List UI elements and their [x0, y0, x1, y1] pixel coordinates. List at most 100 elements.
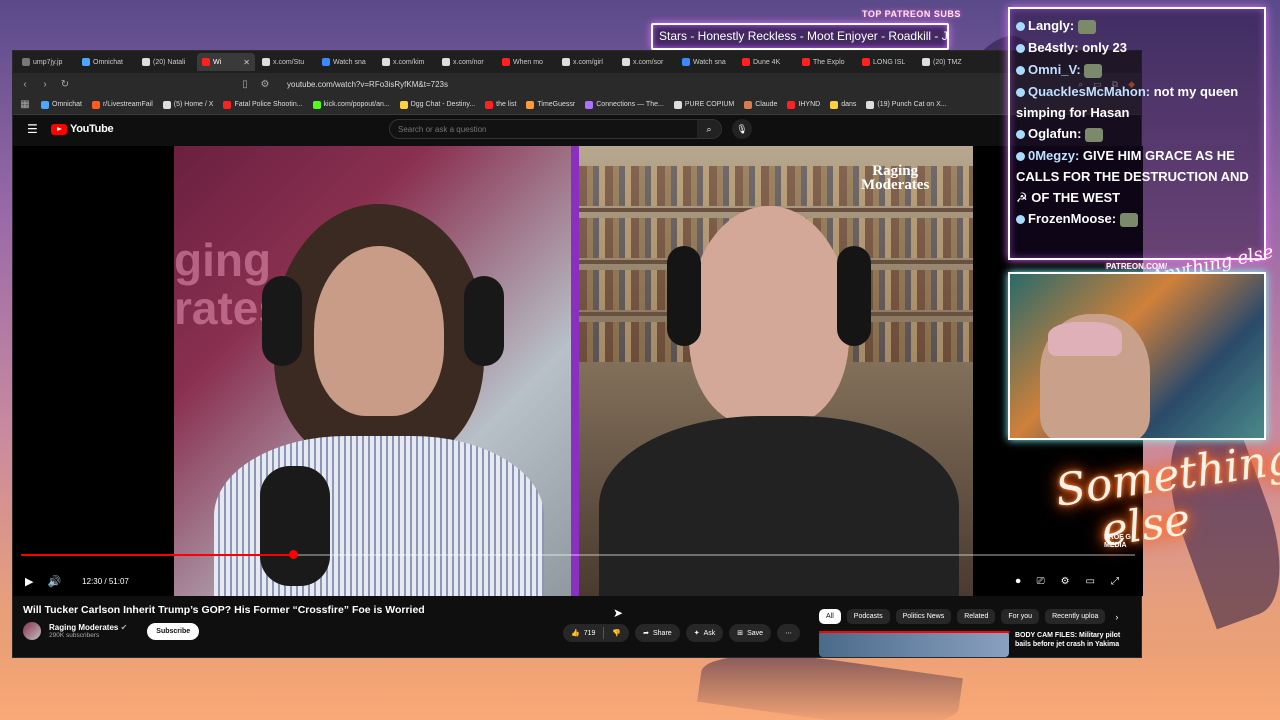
browser-tab[interactable]: x.com/Stu — [257, 53, 315, 71]
bookmark-item[interactable]: TimeGuessr — [526, 100, 575, 109]
browser-tab[interactable]: Watch sna — [677, 53, 735, 71]
settings-gear-icon[interactable]: ⚙ — [1061, 576, 1070, 587]
menu-icon[interactable]: ☰ — [27, 122, 43, 136]
browser-tab[interactable]: x.com/kim — [377, 53, 435, 71]
tab-favicon-icon — [682, 58, 690, 66]
youtube-logo[interactable]: YouTube — [51, 123, 114, 135]
filter-chip[interactable]: All — [819, 609, 841, 624]
browser-tab[interactable]: (20) Natali — [137, 53, 195, 71]
tab-label: ump7jy.jp — [33, 58, 63, 66]
dislike-button[interactable]: 👎 — [604, 624, 629, 642]
host-face — [314, 246, 444, 416]
bookmark-item[interactable]: r/LivestreamFail — [91, 100, 153, 109]
video-player[interactable]: ging rates Raging Moderates ➤ ▶ 🔊 12:30 … — [13, 146, 1143, 620]
browser-tab[interactable]: x.com/nor — [437, 53, 495, 71]
bookmark-favicon-icon — [673, 100, 682, 109]
tab-close-icon[interactable]: ✕ — [243, 58, 250, 67]
browser-tab[interactable]: Omnichat — [77, 53, 135, 71]
more-actions-icon[interactable]: ⋯ — [777, 624, 801, 642]
guest-face — [689, 206, 849, 426]
bookmark-item[interactable]: Fatal Police Shootin... — [223, 100, 303, 109]
play-icon[interactable]: ▶ — [25, 575, 33, 588]
verified-check-icon: ✔ — [120, 623, 128, 632]
filter-chip[interactable]: Recently uploa — [1045, 609, 1106, 624]
tab-favicon-icon — [622, 58, 630, 66]
subscriber-count: 290K subscribers — [49, 632, 100, 639]
headphones — [464, 276, 504, 366]
filter-chip[interactable]: For you — [1001, 609, 1040, 624]
time-display: 12:30 / 51:07 — [75, 573, 136, 589]
bookmark-icon[interactable]: ▯ — [239, 79, 251, 90]
reload-icon[interactable]: ↻ — [59, 79, 71, 90]
captions-icon[interactable]: ⎚ — [1037, 576, 1045, 587]
bookmark-favicon-icon — [162, 100, 171, 109]
back-arrow-icon[interactable]: ‹ — [19, 79, 31, 90]
tab-label: (20) TMZ — [933, 58, 962, 66]
recommendation-title[interactable]: BODY CAM FILES: Military pilot bails bef… — [1015, 631, 1125, 657]
chips-next-icon[interactable]: › — [1115, 612, 1118, 622]
url-bar[interactable]: youtube.com/watch?v=RFo3isRyfKM&t=723s — [279, 76, 1070, 92]
save-button[interactable]: ⊞ Save — [729, 624, 772, 642]
video-right-panel — [579, 146, 973, 596]
bookmark-item[interactable]: the list — [485, 100, 516, 109]
autoplay-toggle-icon[interactable]: ⏺ — [1016, 576, 1021, 587]
bookmark-label: Fatal Police Shootin... — [234, 101, 303, 108]
chat-username: Oglafun: — [1028, 126, 1082, 141]
bookmark-favicon-icon — [399, 100, 408, 109]
subscribe-button[interactable]: Subscribe — [147, 622, 200, 640]
bookmark-item[interactable]: Claude — [744, 100, 777, 109]
youtube-logo-text: YouTube — [70, 123, 114, 135]
filter-chip[interactable]: Politics News — [895, 609, 952, 624]
ask-button[interactable]: ✦ Ask — [685, 624, 724, 642]
filter-chip[interactable]: Related — [957, 609, 996, 624]
bookmark-label: r/LivestreamFail — [102, 101, 153, 108]
bookmark-item[interactable]: IHYND — [787, 100, 820, 109]
site-info-icon[interactable]: ⚙ — [259, 79, 271, 90]
bookmark-item[interactable]: Omnichat — [41, 100, 82, 109]
channel-name[interactable]: Raging Moderates ✔ — [49, 623, 127, 632]
tab-label: When mo — [513, 58, 543, 66]
bookmark-favicon-icon — [223, 100, 232, 109]
forward-arrow-icon[interactable]: › — [39, 79, 51, 90]
tab-label: (20) Natali — [153, 58, 186, 66]
recommendation-item[interactable]: BODY CAM FILES: Military pilot bails bef… — [819, 631, 1125, 657]
chat-badge-icon — [1016, 152, 1025, 162]
volume-icon[interactable]: 🔊 — [47, 575, 61, 588]
browser-tab[interactable]: The Explo — [797, 53, 855, 71]
bookmark-label: Omnichat — [52, 101, 82, 108]
browser-tab[interactable]: Watch sna — [317, 53, 375, 71]
recommendation-thumbnail[interactable] — [819, 631, 1009, 657]
bookmark-favicon-icon — [526, 100, 535, 109]
search-input[interactable] — [390, 124, 697, 134]
like-button[interactable]: 👍 719 — [563, 624, 603, 642]
browser-tab[interactable]: x.com/girl — [557, 53, 615, 71]
browser-tab[interactable]: Dune 4K — [737, 53, 795, 71]
tab-label: x.com/girl — [573, 58, 603, 66]
prof-g-media-label: PROF G MEDIA — [1104, 534, 1131, 549]
microphone-icon[interactable]: 🎙 — [732, 119, 752, 139]
fullscreen-icon[interactable]: ⤢ — [1111, 576, 1119, 587]
bookmark-item[interactable]: PURE COPIUM — [673, 100, 734, 109]
browser-tab[interactable]: x.com/sor — [617, 53, 675, 71]
browser-tab[interactable]: ump7jy.jp — [17, 53, 75, 71]
bookmark-item[interactable]: (19) Punch Cat on X... — [866, 100, 947, 109]
theater-mode-icon[interactable]: ▭ — [1086, 576, 1095, 587]
bookmark-item[interactable]: kick.com/popout/an... — [312, 100, 390, 109]
bookmark-item[interactable]: (5) Home / X — [162, 100, 213, 109]
tab-favicon-icon — [442, 58, 450, 66]
bookmark-item[interactable]: Dgg Chat - Destiny... — [399, 100, 475, 109]
browser-tab[interactable]: (20) TMZ — [917, 53, 975, 71]
bookmark-item[interactable]: Connections — The... — [585, 100, 664, 109]
share-button[interactable]: ➦ Share — [635, 624, 680, 642]
chat-emote-icon — [1077, 19, 1096, 34]
browser-tab[interactable]: Wi ✕ — [197, 53, 255, 71]
browser-tab[interactable]: LONG ISL — [857, 53, 915, 71]
bookmark-item[interactable]: dans — [830, 100, 856, 109]
streamer-webcam — [1008, 272, 1266, 440]
filter-chip[interactable]: Podcasts — [846, 609, 890, 624]
progress-bar[interactable] — [21, 550, 1135, 559]
browser-tab[interactable]: When mo — [497, 53, 555, 71]
apps-grid-icon[interactable]: ▦ — [19, 99, 31, 110]
channel-avatar[interactable] — [23, 622, 41, 640]
search-icon[interactable]: ⌕ — [697, 120, 721, 138]
